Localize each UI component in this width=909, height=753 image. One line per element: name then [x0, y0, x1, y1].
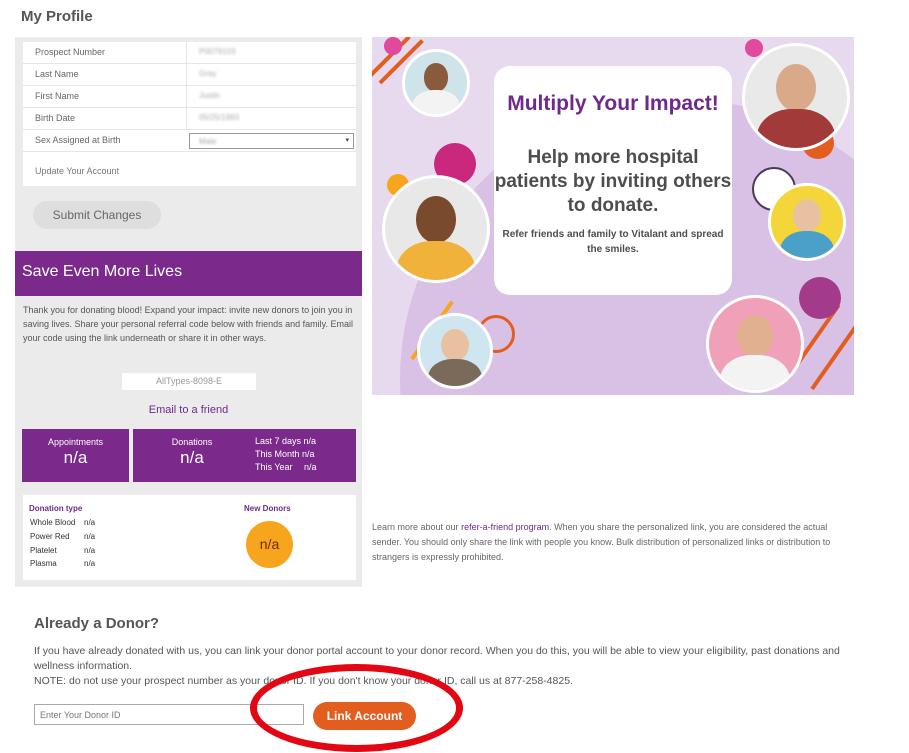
last-name-field[interactable]: Gray [199, 69, 216, 78]
profile-row-first-name: First Name Justin [23, 86, 356, 108]
this-month: This Month n/a [255, 449, 315, 459]
last-7-days: Last 7 days n/a [255, 436, 317, 446]
avatar [417, 313, 493, 389]
save-lives-banner: Save Even More Lives [15, 251, 362, 296]
decor-dot [384, 37, 402, 55]
profile-row-last-name: Last Name Gray [23, 64, 356, 86]
referral-code: AllTypes-8098-E [122, 373, 256, 390]
decor-dot [799, 277, 841, 319]
this-year-value: n/a [304, 462, 317, 472]
learn-more-text: Learn more about our refer-a-friend prog… [372, 522, 831, 562]
appointments-stat: Appointments n/a [22, 429, 129, 482]
field-label: Birth Date [35, 113, 76, 123]
donation-type-title: Donation type [29, 504, 83, 513]
avatar [382, 175, 490, 283]
donations-label: Donations [171, 437, 213, 447]
breakdown-row: Platelet n/a [30, 546, 96, 555]
referral-description: Thank you for donating blood! Expand you… [23, 305, 353, 343]
page-title: My Profile [21, 8, 93, 25]
first-name-field[interactable]: Justin [199, 91, 220, 100]
sex-select-value: Male [199, 137, 217, 146]
update-account-label: Update Your Account [35, 166, 120, 176]
avatar [768, 183, 846, 261]
donations-value: n/a [180, 448, 204, 467]
promo-card: Multiply Your Impact! Help more hospital… [494, 66, 732, 295]
sex-select[interactable]: Male ▾ [189, 133, 354, 149]
donations-stat: Donations n/a Last 7 days n/a This Month… [133, 429, 356, 482]
new-donors-title: New Donors [244, 504, 291, 513]
prospect-number-value: P0079103 [199, 47, 236, 56]
submit-changes-button[interactable]: Submit Changes [33, 201, 161, 229]
profile-panel: Prospect Number P0079103 Last Name Gray … [15, 37, 362, 587]
field-label: First Name [35, 91, 80, 101]
breakdown-row: Plasma n/a [30, 559, 96, 568]
decor-dot [745, 39, 763, 57]
refer-a-friend-link[interactable]: refer-a-friend program [461, 522, 549, 532]
avatar [706, 295, 804, 393]
profile-card: Prospect Number P0079103 Last Name Gray … [23, 42, 356, 186]
promo-subheadline: Help more hospital patients by inviting … [494, 147, 732, 216]
profile-row-sex: Sex Assigned at Birth Male ▾ [23, 130, 356, 152]
donor-id-input[interactable] [34, 704, 304, 725]
avatar [742, 43, 850, 151]
avatar [402, 49, 470, 117]
donation-breakdown: Donation type Whole Blood n/a Power Red n/… [23, 495, 356, 580]
appointments-label: Appointments [47, 437, 104, 447]
already-donor-title: Already a Donor? [34, 615, 160, 632]
field-label: Prospect Number [35, 47, 106, 57]
link-account-button[interactable]: Link Account [313, 702, 416, 730]
new-donors-value: n/a [246, 521, 293, 568]
promo-headline: Multiply Your Impact! [507, 92, 719, 115]
email-friend-link[interactable]: Email to a friend [15, 404, 362, 416]
profile-row-birth-date: Birth Date 05/25/1993 [23, 108, 356, 130]
already-donor-paragraph: If you have already donated with us, you… [34, 645, 840, 672]
donor-id-note: NOTE: do not use your prospect number as… [34, 675, 573, 687]
field-label: Sex Assigned at Birth [35, 135, 121, 145]
this-year-label: This Year [255, 462, 293, 472]
promo-body: Refer friends and family to Vitalant and… [502, 229, 724, 255]
chevron-down-icon: ▾ [345, 137, 349, 144]
appointments-value: n/a [63, 448, 88, 467]
profile-row-prospect-number: Prospect Number P0079103 [23, 42, 356, 64]
referral-promo-image: Multiply Your Impact! Help more hospital… [372, 37, 854, 395]
field-label: Last Name [35, 69, 79, 79]
breakdown-row: Whole Blood n/a [30, 518, 96, 527]
birth-date-field[interactable]: 05/25/1993 [199, 113, 239, 122]
breakdown-row: Power Red n/a [30, 532, 96, 541]
